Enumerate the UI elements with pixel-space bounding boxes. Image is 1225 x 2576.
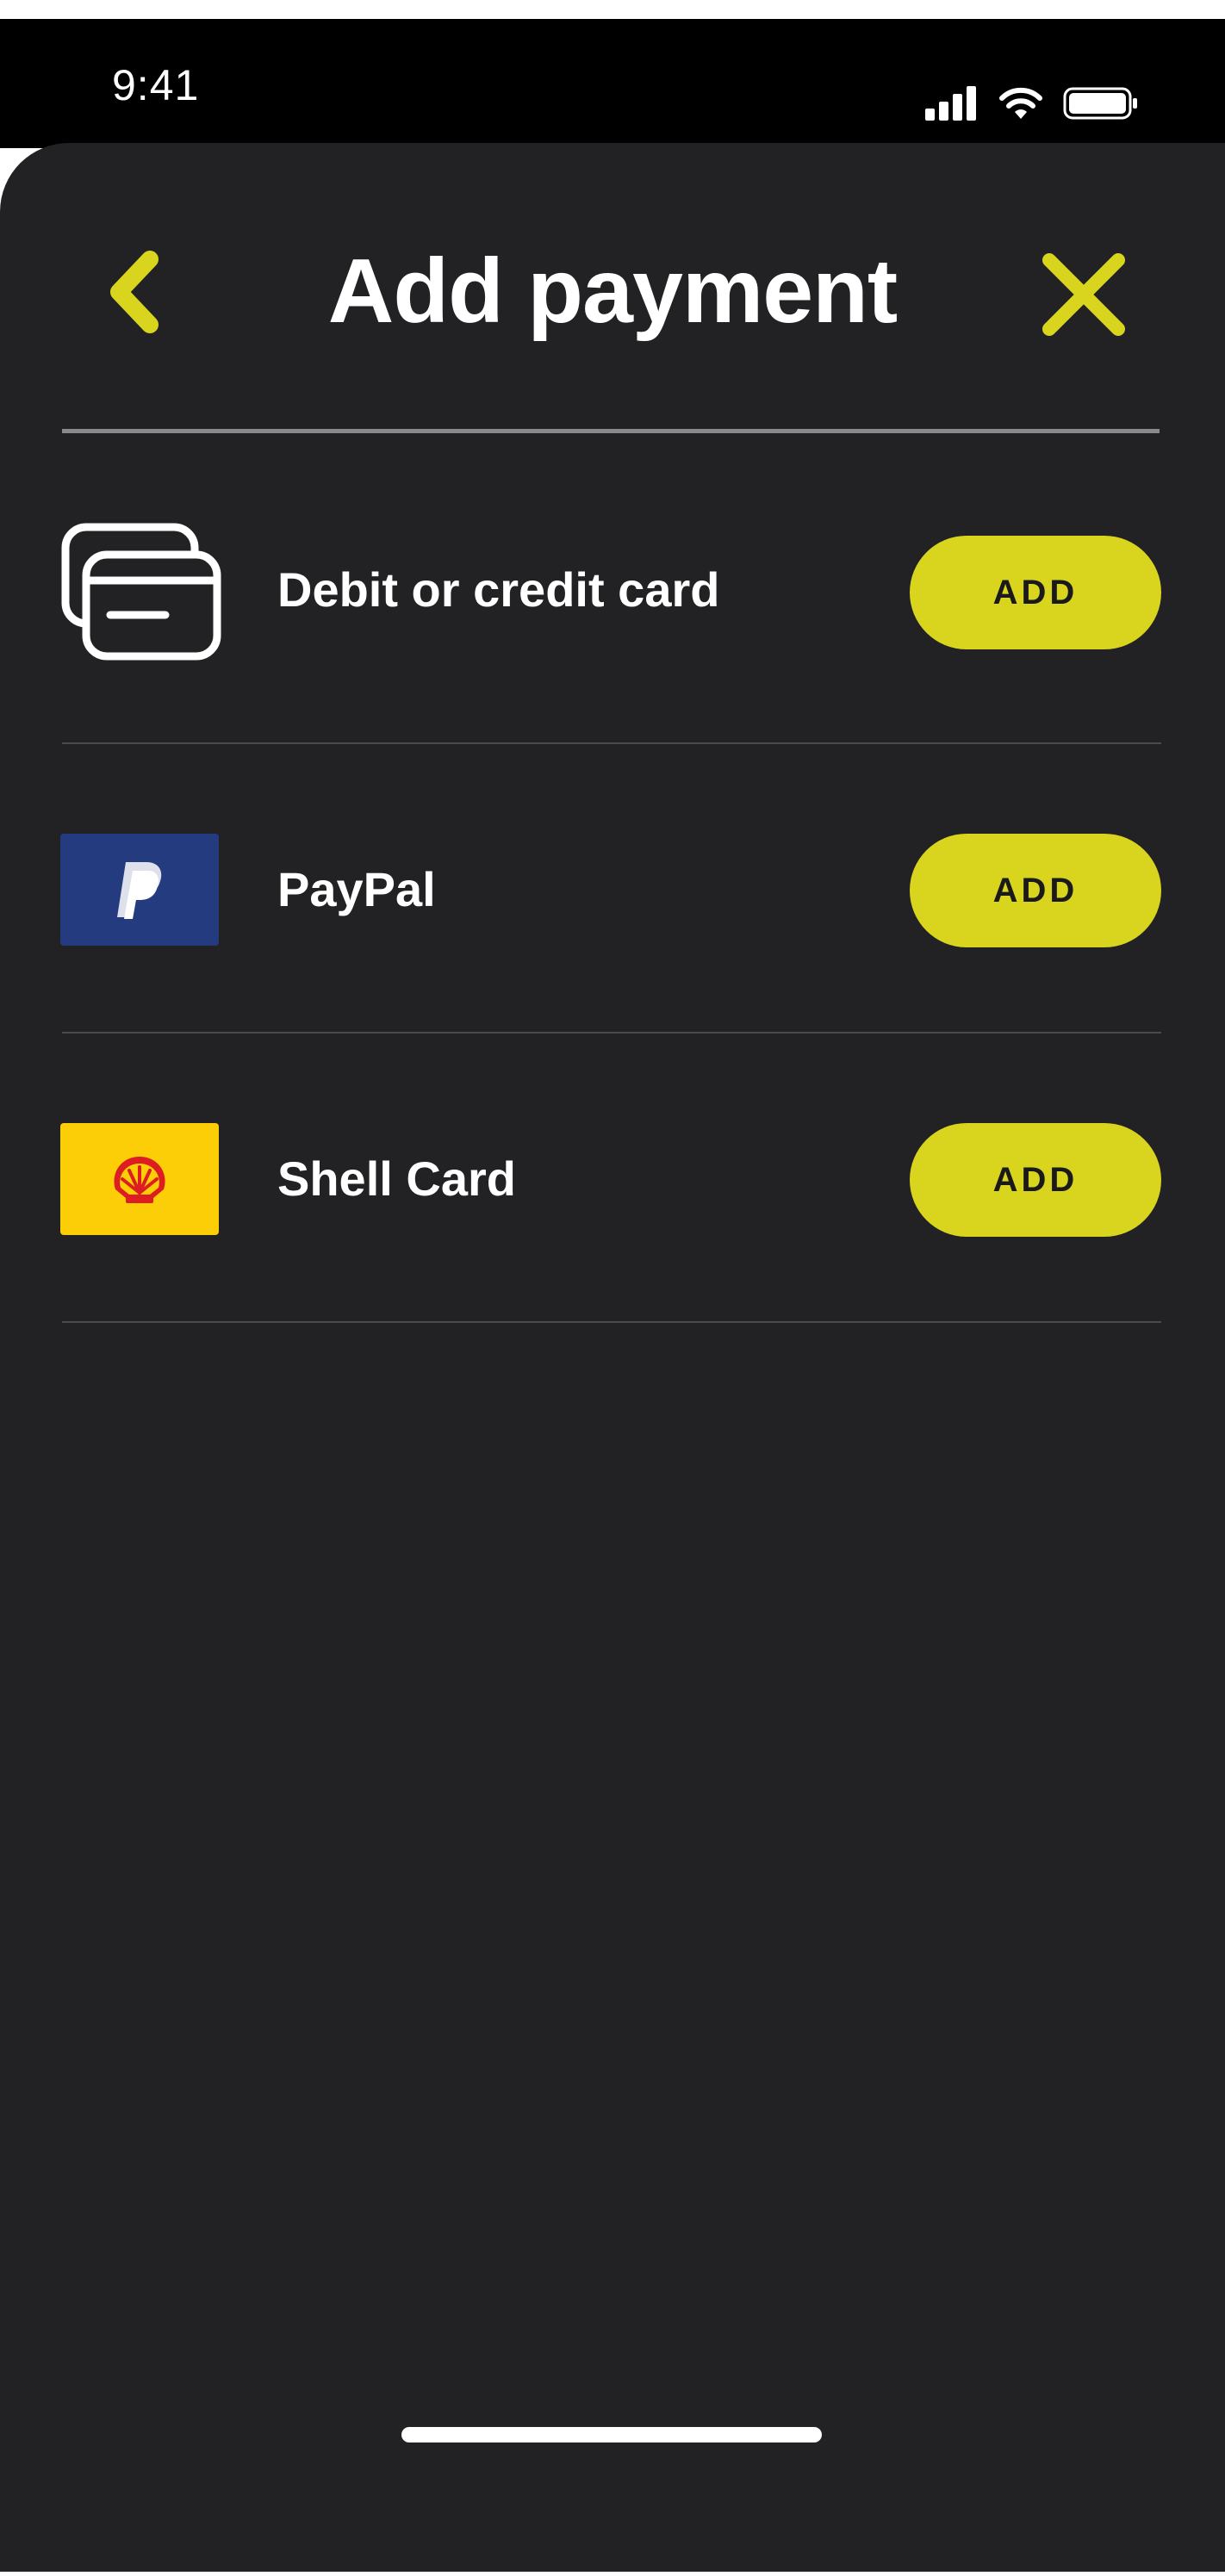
credit-cards-icon xyxy=(60,522,224,666)
back-button[interactable] xyxy=(96,246,174,341)
nav-header: Add payment xyxy=(0,143,1225,427)
row-divider xyxy=(62,1321,1161,1323)
row-divider xyxy=(62,742,1161,744)
add-paypal-button[interactable]: ADD xyxy=(910,834,1161,947)
payment-option-paypal: PayPal ADD xyxy=(0,823,1225,996)
payment-option-label: Shell Card xyxy=(277,1151,516,1206)
home-indicator[interactable] xyxy=(401,2427,822,2443)
chevron-left-icon xyxy=(105,250,165,338)
header-divider xyxy=(62,429,1160,433)
signal-icon xyxy=(925,86,979,125)
row-divider xyxy=(62,1032,1161,1034)
status-time: 9:41 xyxy=(112,61,200,109)
wifi-icon xyxy=(998,86,1044,125)
add-payment-sheet: Add payment Debit or credit card ADD Pay… xyxy=(0,143,1225,2572)
page-title: Add payment xyxy=(327,240,898,342)
status-bar: 9:41 xyxy=(0,19,1225,148)
paypal-logo-icon xyxy=(60,834,219,946)
shell-logo-icon xyxy=(60,1123,219,1235)
close-icon xyxy=(1041,252,1127,340)
payment-option-card: Debit or credit card ADD xyxy=(0,522,1225,694)
add-shell-card-button[interactable]: ADD xyxy=(910,1123,1161,1237)
status-icons xyxy=(925,86,1139,125)
phone-screen: 9:41 Add payment Debit or credit card AD… xyxy=(0,0,1225,2576)
payment-option-label: Debit or credit card xyxy=(277,562,720,617)
add-card-button[interactable]: ADD xyxy=(910,536,1161,649)
payment-option-shell-card: Shell Card ADD xyxy=(0,1113,1225,1285)
close-button[interactable] xyxy=(1032,245,1135,348)
payment-option-label: PayPal xyxy=(277,862,436,916)
battery-icon xyxy=(1063,86,1139,125)
